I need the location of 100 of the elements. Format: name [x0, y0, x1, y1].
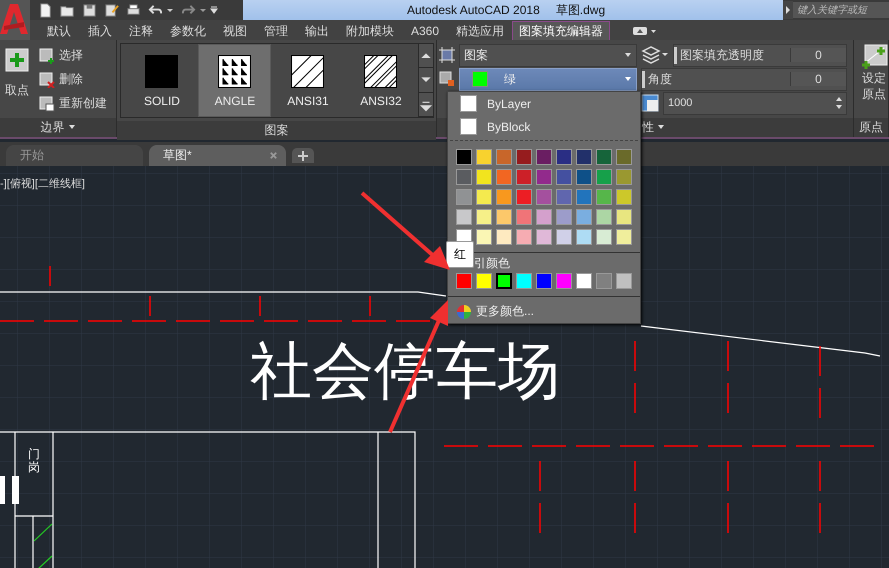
color-swatch[interactable]	[496, 169, 512, 185]
color-swatch[interactable]	[516, 169, 532, 185]
caret-icon[interactable]	[166, 6, 174, 14]
save-as-icon[interactable]	[104, 2, 119, 18]
scroll-up-icon[interactable]	[418, 44, 433, 68]
set-origin-button[interactable]: 设定 原点	[854, 40, 888, 118]
transparency-field[interactable]: 图案填充透明度 0	[672, 44, 847, 66]
close-icon[interactable]	[269, 151, 278, 160]
color-swatch[interactable]	[596, 189, 612, 205]
color-swatch[interactable]	[456, 189, 472, 205]
color-swatch[interactable]	[476, 273, 492, 289]
new-tab-button[interactable]	[292, 148, 314, 163]
boundary-action-button[interactable]: 选择	[39, 46, 107, 65]
color-swatch[interactable]	[556, 273, 572, 289]
customize-menu-icon[interactable]	[210, 6, 218, 14]
color-swatch[interactable]	[556, 209, 572, 225]
color-swatch[interactable]	[616, 209, 632, 225]
document-tab[interactable]: 草图*	[149, 145, 286, 166]
ribbon-tab[interactable]: 管理	[255, 22, 296, 40]
file-name: 草图.dwg	[556, 2, 606, 18]
color-swatch[interactable]	[616, 189, 632, 205]
color-swatch[interactable]	[576, 273, 592, 289]
color-swatch[interactable]	[536, 169, 552, 185]
angle-field[interactable]: 角度 0	[640, 68, 847, 90]
ribbon-tab[interactable]: 视图	[214, 22, 255, 40]
color-swatch[interactable]	[516, 149, 532, 165]
color-menu-item[interactable]: ByBlock	[448, 115, 640, 138]
color-swatch[interactable]	[476, 209, 492, 225]
layers-icon[interactable]	[640, 46, 669, 64]
color-swatch[interactable]	[536, 189, 552, 205]
color-swatch[interactable]	[496, 273, 512, 289]
color-swatch[interactable]	[456, 273, 472, 289]
color-swatch[interactable]	[616, 229, 632, 245]
color-swatch[interactable]	[476, 169, 492, 185]
color-swatch[interactable]	[556, 229, 572, 245]
caret-icon[interactable]	[199, 6, 207, 14]
hatch-type-dropdown[interactable]: 图案	[458, 44, 637, 66]
color-swatch[interactable]	[576, 149, 592, 165]
ribbon-tab[interactable]: 插入	[79, 22, 120, 40]
color-swatch[interactable]	[456, 149, 472, 165]
color-swatch[interactable]	[616, 169, 632, 185]
scale-field[interactable]: 1000	[662, 92, 847, 114]
ribbon-tab[interactable]: A360	[402, 22, 448, 40]
color-swatch[interactable]	[536, 273, 552, 289]
color-swatch[interactable]	[596, 209, 612, 225]
color-swatch[interactable]	[596, 273, 612, 289]
color-swatch[interactable]	[496, 209, 512, 225]
scroll-down-icon[interactable]	[418, 68, 433, 93]
hatch-type-icon	[438, 47, 455, 63]
pattern-swatch[interactable]: ANGLE	[198, 44, 272, 117]
color-swatch[interactable]	[616, 149, 632, 165]
color-swatch[interactable]	[496, 229, 512, 245]
color-swatch[interactable]	[516, 209, 532, 225]
color-swatch[interactable]	[536, 229, 552, 245]
color-swatch[interactable]	[576, 189, 592, 205]
ribbon-tab[interactable]: 输出	[296, 22, 337, 40]
color-swatch[interactable]	[596, 229, 612, 245]
color-swatch[interactable]	[536, 209, 552, 225]
minimize-ribbon-icon[interactable]	[632, 25, 658, 37]
color-swatch[interactable]	[456, 169, 472, 185]
app-menu-button[interactable]	[0, 0, 30, 40]
boundary-action-button[interactable]: 重新创建	[39, 94, 107, 113]
more-colors-item[interactable]: 更多颜色...	[448, 300, 640, 323]
color-swatch[interactable]	[516, 189, 532, 205]
viewport-label[interactable]: -][俯视][二维线框]	[0, 176, 85, 191]
color-swatch[interactable]	[476, 229, 492, 245]
color-swatch[interactable]	[576, 229, 592, 245]
color-menu-item[interactable]: ByLayer	[448, 92, 640, 115]
color-swatch[interactable]	[536, 149, 552, 165]
color-swatch[interactable]	[456, 209, 472, 225]
color-swatch[interactable]	[596, 149, 612, 165]
color-swatch[interactable]	[476, 149, 492, 165]
color-swatch[interactable]	[556, 189, 572, 205]
pick-points-button[interactable]: 取点	[0, 40, 34, 118]
ribbon-tab[interactable]: 附加模块	[337, 22, 402, 40]
boundary-action-button[interactable]: 删除	[39, 70, 107, 89]
new-file-icon[interactable]	[38, 2, 53, 18]
ribbon-tab[interactable]: 默认	[38, 22, 79, 40]
color-swatch[interactable]	[576, 209, 592, 225]
color-swatch[interactable]	[496, 149, 512, 165]
color-swatch[interactable]	[616, 273, 632, 289]
color-swatch[interactable]	[476, 189, 492, 205]
expand-gallery-icon[interactable]	[418, 92, 433, 117]
color-swatch[interactable]	[556, 149, 572, 165]
caret-icon	[624, 75, 632, 83]
print-icon[interactable]	[126, 2, 141, 18]
color-swatch[interactable]	[596, 169, 612, 185]
color-swatch[interactable]	[496, 189, 512, 205]
ribbon-tab[interactable]: 图案填充编辑器	[512, 21, 610, 40]
hatch-color-dropdown[interactable]: 绿	[458, 68, 637, 90]
color-swatch[interactable]	[576, 169, 592, 185]
window-title: Autodesk AutoCAD 2018	[407, 3, 540, 17]
color-swatch[interactable]	[516, 273, 532, 289]
search-field[interactable]: 键入关键字或短	[793, 2, 889, 18]
ribbon-tab[interactable]: 注释	[120, 22, 161, 40]
color-swatch[interactable]	[516, 229, 532, 245]
color-swatch[interactable]	[556, 169, 572, 185]
ribbon-tab[interactable]: 精选应用	[447, 22, 512, 40]
ribbon-tab[interactable]: 参数化	[161, 22, 214, 40]
save-icon[interactable]	[82, 2, 97, 18]
